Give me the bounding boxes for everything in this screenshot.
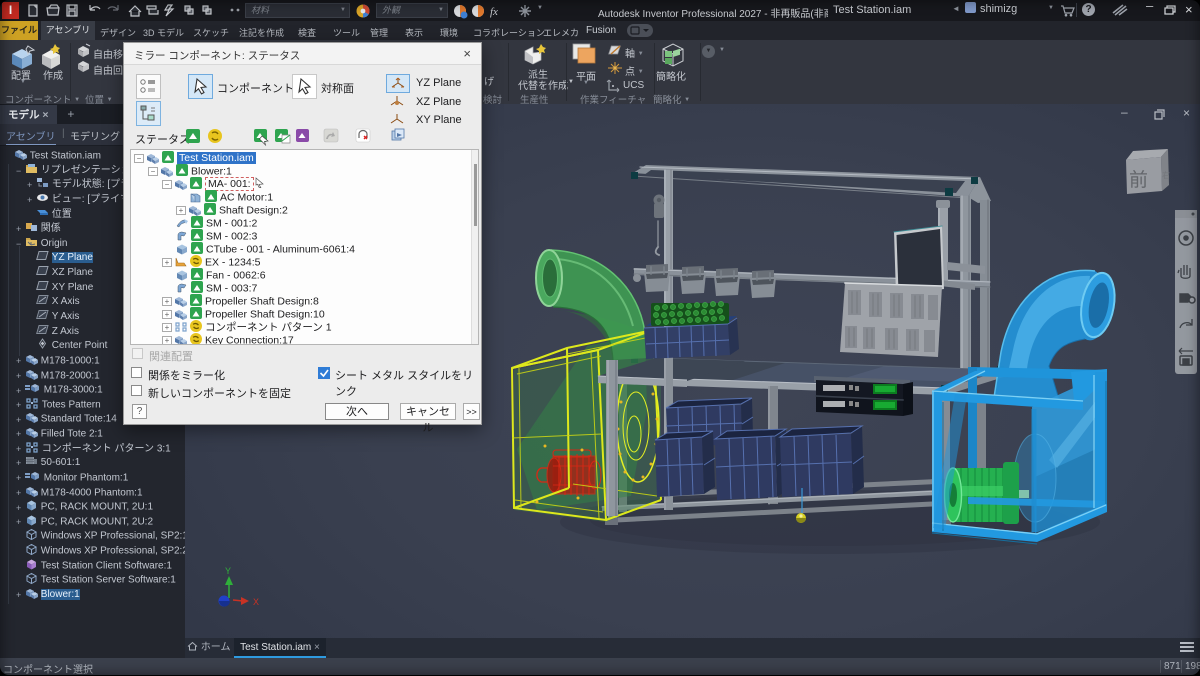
svg-text:X: X	[253, 597, 259, 607]
svg-text:前: 前	[1129, 169, 1148, 191]
svg-text:fx: fx	[490, 6, 498, 18]
svg-text:右: 右	[1162, 170, 1170, 180]
svg-text:Y: Y	[225, 566, 231, 576]
